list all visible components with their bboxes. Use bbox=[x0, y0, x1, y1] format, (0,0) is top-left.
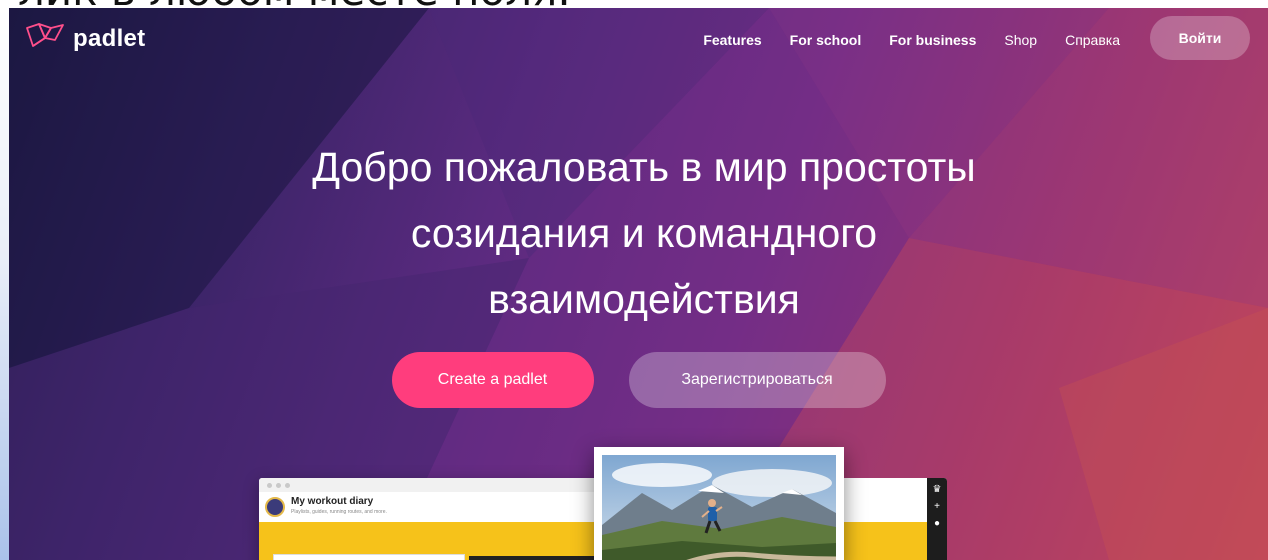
headline-line-2: созидания и командного bbox=[410, 210, 878, 256]
padlet-logo[interactable]: padlet bbox=[25, 22, 145, 55]
nav-link-help[interactable]: Справка bbox=[1065, 32, 1120, 48]
nav-link-for-school[interactable]: For school bbox=[790, 32, 862, 48]
brand-name: padlet bbox=[73, 24, 146, 52]
crown-icon: ♛ bbox=[932, 484, 942, 495]
user-icon: ● bbox=[933, 518, 941, 529]
slide-left-edge bbox=[0, 8, 9, 560]
nav-link-features[interactable]: Features bbox=[703, 32, 761, 48]
board-card bbox=[273, 554, 465, 560]
hero-headline: Добро пожаловать в мир простоты созидани… bbox=[159, 134, 1129, 332]
avatar bbox=[265, 497, 285, 517]
runner-photo bbox=[602, 455, 836, 560]
create-padlet-button[interactable]: Create a padlet bbox=[391, 352, 594, 408]
nav-link-shop[interactable]: Shop bbox=[1004, 32, 1037, 48]
nav-link-for-business[interactable]: For business bbox=[889, 32, 976, 48]
board-toolbar: ♛ + ● bbox=[927, 478, 947, 560]
preview-board-right: ♛ + ● bbox=[837, 478, 947, 560]
slide-heading-fragment: лик в любом месте поля. bbox=[18, 0, 571, 8]
window-chrome bbox=[259, 478, 609, 492]
hero-actions: Create a padlet Зарегистрироваться bbox=[9, 352, 1268, 408]
board-title: My workout diary bbox=[291, 496, 374, 507]
slide-heading-strip: лик в любом месте поля. bbox=[0, 0, 1268, 8]
headline-line-3: взаимодействия bbox=[488, 276, 800, 322]
plus-icon: + bbox=[934, 501, 940, 512]
hero-section: padlet Features For school For business … bbox=[9, 8, 1268, 560]
preview-photo-card bbox=[594, 447, 844, 560]
headline-line-1: Добро пожаловать в мир простоты bbox=[312, 144, 976, 190]
board-header: My workout diary Playlists, guides, runn… bbox=[259, 492, 609, 522]
preview-board-left: My workout diary Playlists, guides, runn… bbox=[259, 478, 609, 560]
register-button[interactable]: Зарегистрироваться bbox=[628, 352, 886, 408]
board-subtitle: Playlists, guides, running routes, and m… bbox=[291, 509, 387, 515]
board-card-dark bbox=[469, 556, 599, 560]
login-button[interactable]: Войти bbox=[1150, 16, 1250, 60]
padlet-logo-icon bbox=[25, 22, 65, 55]
top-nav: Features For school For business Shop Сп… bbox=[675, 16, 1250, 60]
